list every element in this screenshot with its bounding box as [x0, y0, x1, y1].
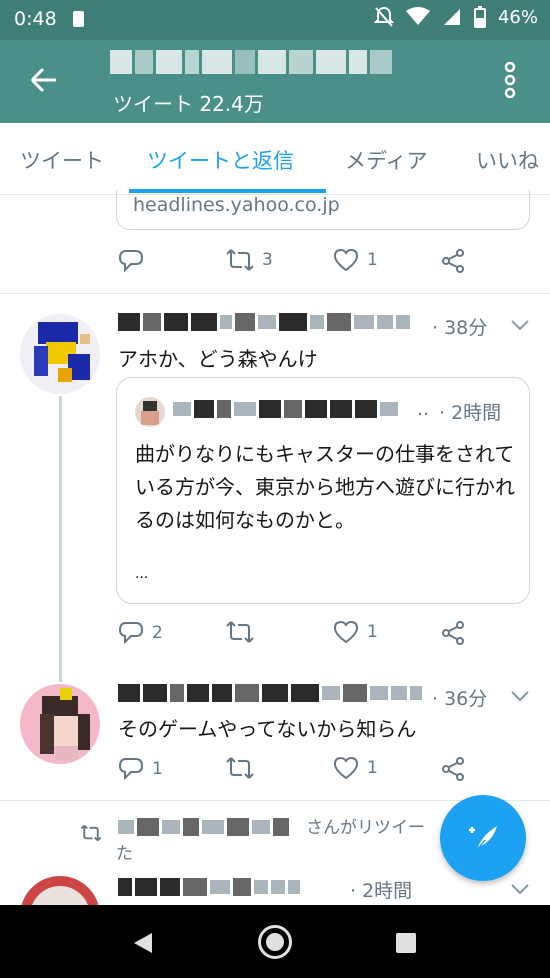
- nav-back-icon[interactable]: [132, 931, 154, 955]
- divider: [0, 293, 550, 294]
- system-navigation-bar: [0, 905, 550, 978]
- like-icon: [333, 248, 359, 272]
- share-icon: [442, 249, 464, 273]
- reply-icon: [118, 758, 144, 781]
- retweet-count: 3: [262, 250, 273, 270]
- quoted-avatar: [135, 397, 165, 427]
- battery-level: 46%: [497, 6, 538, 28]
- like-icon: [333, 756, 359, 780]
- tweet-actions: 2 1: [118, 620, 478, 650]
- notification-icon: [73, 11, 84, 27]
- app-bar: ツイート 22.4万: [0, 40, 550, 123]
- retweet-notice-text: さんがリツイー: [306, 818, 425, 838]
- quoted-username-redacted: [173, 400, 398, 418]
- reply-count: 1: [152, 759, 163, 779]
- chevron-down-icon[interactable]: [510, 882, 530, 896]
- retweet-icon: [226, 621, 254, 643]
- avatar[interactable]: [20, 684, 100, 764]
- retweet-icon: [226, 757, 254, 779]
- nav-home-icon[interactable]: [258, 925, 292, 959]
- link-domain: headlines.yahoo.co.jp: [133, 194, 340, 216]
- status-time: 0:48: [14, 8, 57, 30]
- profile-name-redacted: [110, 50, 392, 74]
- retweet-button[interactable]: [226, 620, 254, 644]
- wifi-icon: [405, 7, 430, 25]
- tweet-actions: 3 1: [118, 248, 478, 278]
- tab-likes[interactable]: いいね: [476, 145, 539, 175]
- like-button[interactable]: 1: [333, 620, 378, 644]
- reply-button[interactable]: 2: [118, 620, 163, 646]
- like-icon: [333, 620, 359, 644]
- mute-icon: [373, 6, 394, 27]
- avatar[interactable]: [20, 314, 100, 394]
- share-icon: [442, 757, 464, 781]
- like-button[interactable]: 1: [333, 248, 378, 272]
- tab-tweets-and-replies[interactable]: ツイートと返信: [147, 145, 294, 175]
- compose-icon: [469, 826, 497, 851]
- chevron-down-icon[interactable]: [510, 318, 530, 332]
- compose-tweet-button[interactable]: [440, 795, 526, 881]
- signal-icon: [443, 9, 460, 25]
- quoted-time: · 2時間: [439, 402, 502, 424]
- retweet-button[interactable]: 3: [226, 248, 273, 272]
- tweet-time: · 38分: [432, 317, 488, 339]
- like-count: 1: [367, 758, 378, 778]
- status-bar: 0:48 46%: [0, 0, 550, 40]
- reply-count: 2: [152, 623, 163, 643]
- tab-media[interactable]: メディア: [345, 145, 428, 175]
- tweet-text: そのゲームやってないから知らん: [118, 717, 417, 741]
- reply-button[interactable]: 1: [118, 756, 163, 782]
- retweet-button[interactable]: [226, 756, 254, 780]
- quoted-tweet[interactable]: .. · 2時間 曲がりなりにもキャスターの仕事をされている方が今、東京から地方…: [116, 377, 530, 604]
- share-icon: [442, 621, 464, 645]
- tab-tweets[interactable]: ツイート: [20, 145, 104, 175]
- quoted-more: ...: [135, 566, 149, 582]
- tweet-time: · 2時間: [350, 880, 413, 902]
- share-button[interactable]: [440, 756, 466, 782]
- share-button[interactable]: [440, 620, 466, 646]
- like-button[interactable]: 1: [333, 756, 378, 780]
- retweet-notice: さんがリツイー た: [116, 815, 476, 867]
- tweet-count: ツイート 22.4万: [113, 92, 264, 116]
- battery-icon: [473, 6, 486, 28]
- username-redacted: [118, 684, 422, 702]
- profile-tabs: ツイート ツイートと返信 メディア いいね: [0, 123, 550, 195]
- tweet-text: アホか、どう森やんけ: [118, 347, 318, 371]
- like-count: 1: [367, 250, 378, 270]
- back-arrow-icon[interactable]: [28, 64, 60, 96]
- username-redacted: [118, 313, 410, 331]
- chevron-down-icon[interactable]: [510, 689, 530, 703]
- retweeted-icon: [80, 824, 102, 842]
- tweet-actions: 1 1: [118, 756, 478, 786]
- link-card[interactable]: headlines.yahoo.co.jp: [116, 190, 530, 230]
- more-vert-icon[interactable]: [504, 62, 516, 98]
- retweet-icon: [226, 249, 254, 271]
- quoted-ellipsis: ..: [417, 398, 430, 420]
- reply-icon: [118, 622, 144, 645]
- thread-line: [59, 396, 62, 682]
- nav-recents-icon[interactable]: [396, 933, 416, 953]
- username-redacted: [118, 878, 300, 896]
- quoted-text: 曲がりなりにもキャスターの仕事をされている方が今、東京から地方へ遊びに行かれるの…: [135, 442, 515, 532]
- share-button[interactable]: [440, 248, 466, 274]
- like-count: 1: [367, 622, 378, 642]
- tweet-time: · 36分: [432, 688, 488, 710]
- reply-icon: [118, 250, 144, 273]
- retweet-notice-text-cont: た: [116, 844, 133, 864]
- reply-button[interactable]: [118, 248, 144, 274]
